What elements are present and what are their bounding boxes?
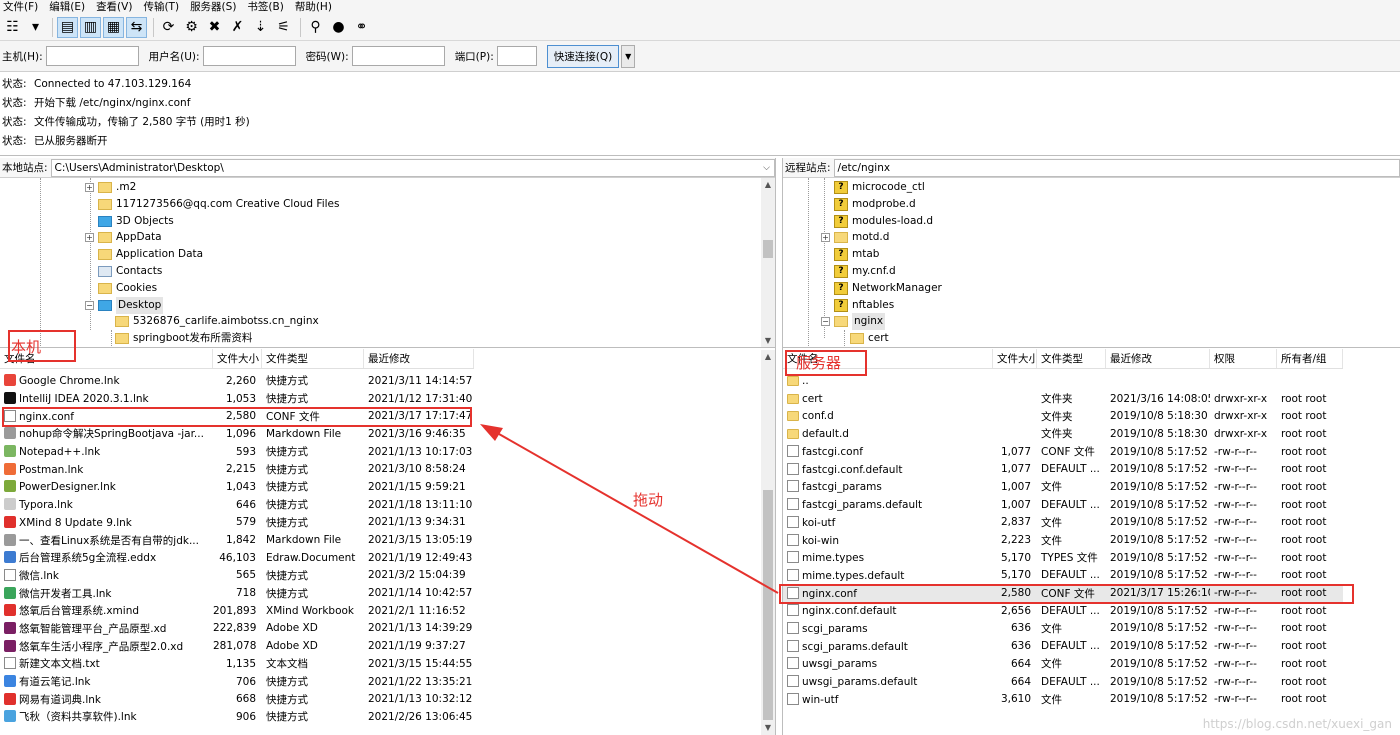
drag-arrow-line <box>491 429 779 594</box>
drag-arrow-head <box>480 424 503 441</box>
watermark: https://blog.csdn.net/xuexi_gan <box>1202 717 1392 731</box>
drag-arrow <box>480 424 779 594</box>
